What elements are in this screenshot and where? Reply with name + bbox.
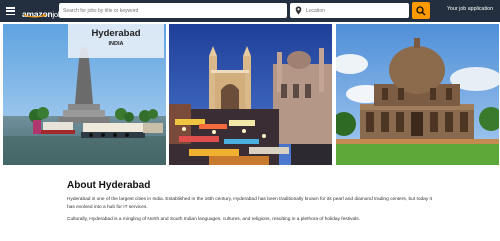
charminar-night-image: [169, 24, 332, 165]
top-nav-bar: amazonjobs Your job application: [0, 0, 500, 22]
amazon-smile-icon: [23, 14, 47, 18]
country-name: INDIA: [108, 41, 124, 47]
city-name: Hyderabad: [91, 28, 141, 39]
location-box: [290, 3, 409, 18]
search-icon: [416, 6, 426, 16]
location-input[interactable]: [306, 3, 406, 18]
about-heading: About Hyderabad: [67, 180, 151, 191]
search-button[interactable]: [412, 2, 430, 19]
qutb-shahi-tomb-image: [336, 24, 499, 165]
location-pin-icon: [295, 6, 302, 15]
hamburger-menu-icon[interactable]: [6, 7, 15, 16]
search-box: [59, 3, 287, 18]
city-label-card: Hyderabad INDIA: [68, 24, 164, 58]
your-job-application-link[interactable]: Your job application: [447, 6, 493, 12]
about-paragraph-1: Hyderabad is one of the largest cities i…: [67, 197, 432, 210]
job-search-input[interactable]: [63, 3, 283, 18]
about-paragraph-2: Culturally, Hyderabad is a mingling of N…: [67, 217, 360, 222]
